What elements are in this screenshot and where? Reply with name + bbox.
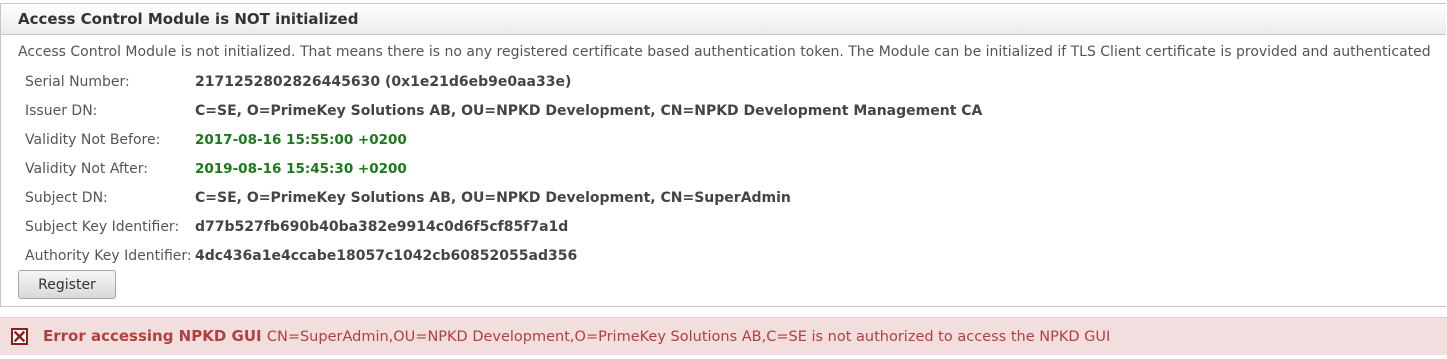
error-message-bar: Error accessing NPKD GUI CN=SuperAdmin,O… xyxy=(0,317,1447,355)
validity-not-after-row: Validity Not After: 2019-08-16 15:45:30 … xyxy=(25,155,982,184)
subject-dn-value: C=SE, O=PrimeKey Solutions AB, OU=NPKD D… xyxy=(195,190,791,206)
authority-key-identifier-row: Authority Key Identifier: 4dc436a1e4ccab… xyxy=(25,242,982,271)
validity-not-before-row: Validity Not Before: 2017-08-16 15:55:00… xyxy=(25,126,982,155)
subject-key-identifier-value: d77b527fb690b40ba382e9914c0d6f5cf85f7a1d xyxy=(195,219,569,235)
issuer-dn-value: C=SE, O=PrimeKey Solutions AB, OU=NPKD D… xyxy=(195,103,983,119)
issuer-dn-row: Issuer DN: C=SE, O=PrimeKey Solutions AB… xyxy=(25,97,982,126)
subject-dn-label: Subject DN: xyxy=(25,190,108,206)
validity-not-before-value: 2017-08-16 15:55:00 +0200 xyxy=(195,132,407,148)
serial-number-label: Serial Number: xyxy=(25,74,130,90)
access-control-panel: Access Control Module is NOT initialized… xyxy=(0,3,1446,307)
subject-key-identifier-label: Subject Key Identifier: xyxy=(25,219,180,235)
serial-number-value: 2171252802826445630 (0x1e21d6eb9e0aa33e) xyxy=(195,74,572,90)
close-box-icon xyxy=(11,328,28,345)
error-detail: CN=SuperAdmin,OU=NPKD Development,O=Prim… xyxy=(266,329,1111,345)
authority-key-identifier-value: 4dc436a1e4ccabe18057c1042cb60852055ad356 xyxy=(195,248,578,264)
authority-key-identifier-label: Authority Key Identifier: xyxy=(25,248,192,264)
subject-dn-row: Subject DN: C=SE, O=PrimeKey Solutions A… xyxy=(25,184,982,213)
issuer-dn-label: Issuer DN: xyxy=(25,103,98,119)
panel-title: Access Control Module is NOT initialized xyxy=(1,4,1446,35)
validity-not-after-label: Validity Not After: xyxy=(25,161,148,177)
error-message: Error accessing NPKD GUI CN=SuperAdmin,O… xyxy=(43,318,1110,356)
validity-not-after-value: 2019-08-16 15:45:30 +0200 xyxy=(195,161,407,177)
certificate-info: Serial Number: 2171252802826445630 (0x1e… xyxy=(25,68,982,271)
intro-text: Access Control Module is not initialized… xyxy=(18,44,1431,60)
validity-not-before-label: Validity Not Before: xyxy=(25,132,161,148)
error-title: Error accessing NPKD GUI xyxy=(43,327,262,345)
subject-key-identifier-row: Subject Key Identifier: d77b527fb690b40b… xyxy=(25,213,982,242)
register-button[interactable]: Register xyxy=(18,270,116,299)
serial-number-row: Serial Number: 2171252802826445630 (0x1e… xyxy=(25,68,982,97)
